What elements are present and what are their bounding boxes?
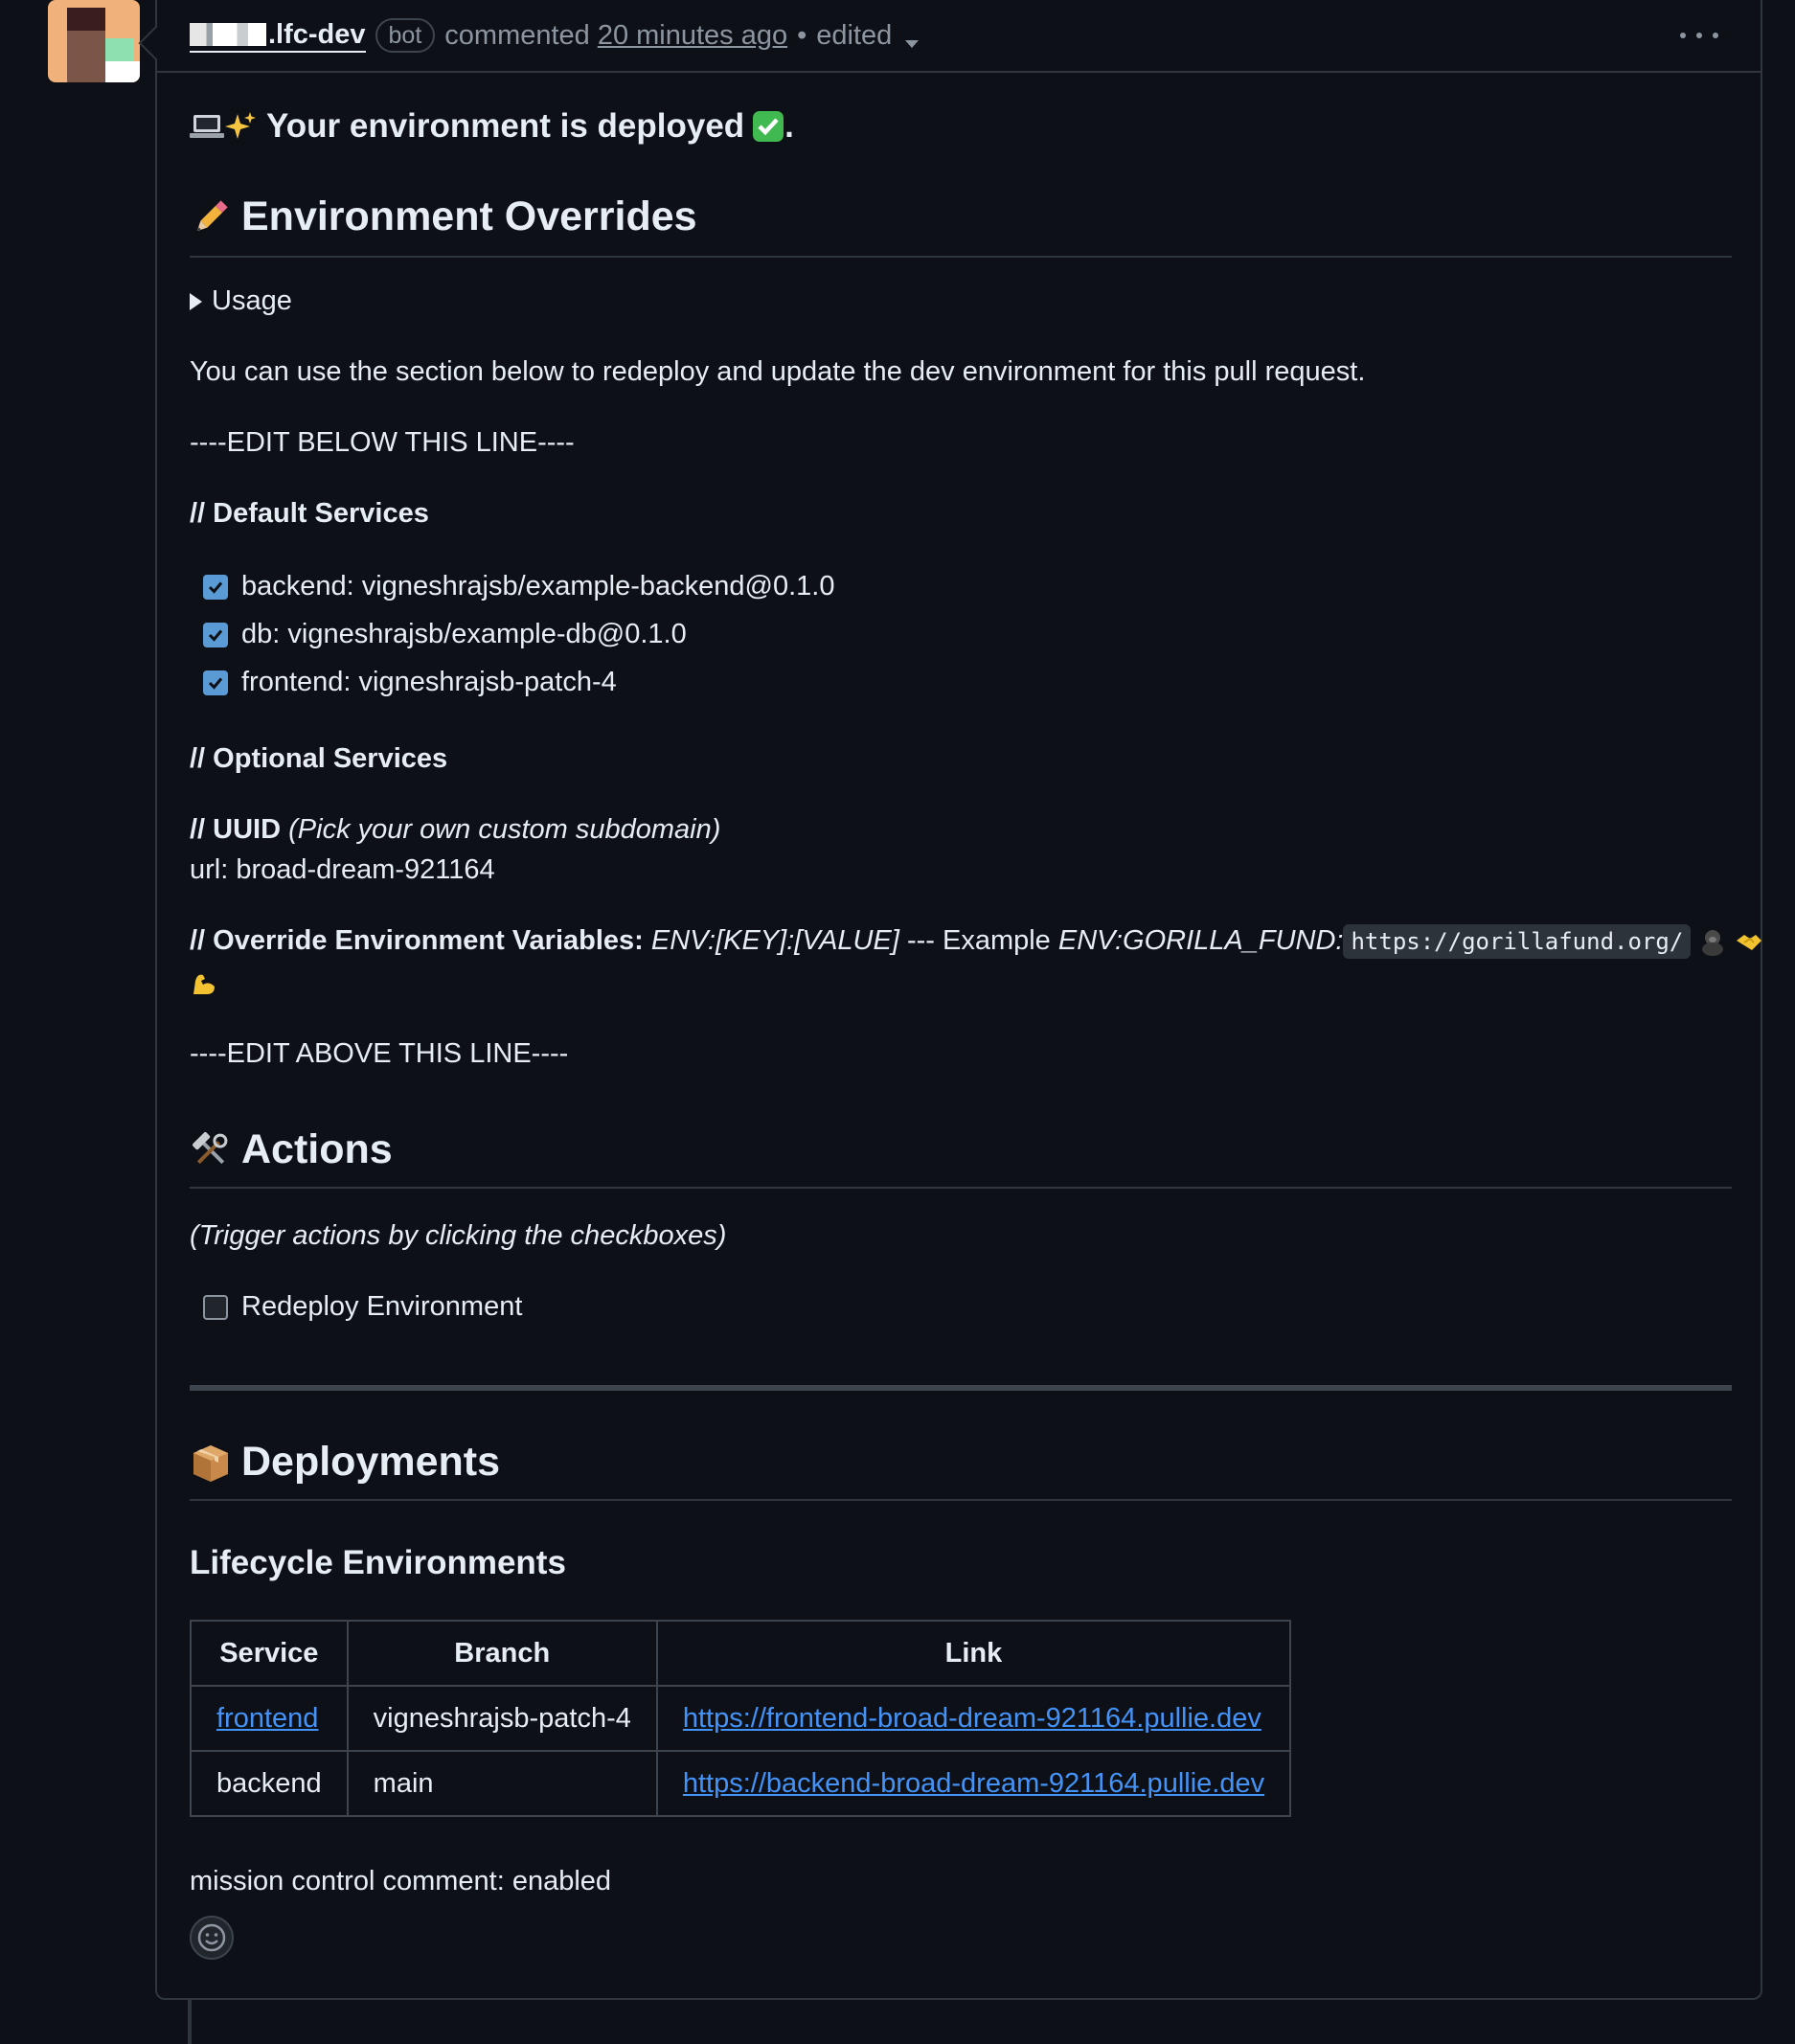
heading-divider [190,1187,1732,1189]
column-header-branch: Branch [346,1620,658,1687]
lifecycle-subtitle: Lifecycle Environments [190,1544,566,1581]
checkbox-checked-icon[interactable] [203,670,228,695]
checkbox-unchecked-icon[interactable] [203,1294,228,1320]
kebab-dot-icon [1680,33,1686,38]
heading-divider [190,256,1732,258]
handshake-icon [1737,935,1762,951]
intro-text: You can use the section below to redeplo… [190,356,1366,387]
actions-title: Actions [241,1126,393,1172]
actions-hint: (Trigger actions by clicking the checkbo… [190,1220,727,1251]
comment-header: .lfc-dev bot commented 20 minutes ago • … [138,0,1761,73]
branch-cell: main [346,1750,658,1817]
example-url-code: https://gorillafund.org/ [1343,924,1692,959]
kebab-dot-icon [1696,33,1702,38]
disclosure-triangle-icon [190,293,202,310]
table-header-row: Service Branch Link [190,1620,1292,1687]
link-cell: https://backend-broad-dream-921164.pulli… [655,1750,1292,1817]
usage-summary[interactable]: Usage [190,285,292,317]
smiley-icon [197,1923,226,1952]
author-link[interactable]: .lfc-dev [190,18,366,53]
section-divider [190,1385,1732,1391]
uuid-label: // UUID [190,814,282,845]
hammer-and-wrench-icon [193,1131,228,1164]
overrides-heading: Environment Overrides [190,193,697,240]
chevron-down-icon [905,39,920,48]
header-pointer [138,25,174,61]
override-sep: --- Example [906,925,1051,956]
sparkles-icon [225,112,256,139]
service-label: backend: vigneshrajsb/example-backend@0.… [241,571,835,602]
avatar[interactable] [48,0,140,82]
edit-above-line: ----EDIT ABOVE THIS LINE---- [190,1038,569,1069]
redeploy-label: Redeploy Environment [241,1291,523,1322]
overrides-title: Environment Overrides [241,193,697,239]
environments-table: Service Branch Link frontend vigneshrajs… [190,1620,1292,1817]
separator-dot: • [797,19,807,51]
bot-badge: bot [375,18,436,53]
service-checkbox-db[interactable]: db: vigneshrajsb/example-db@0.1.0 [203,619,687,650]
laptop-icon [190,115,224,138]
service-label: db: vigneshrajsb/example-db@0.1.0 [241,619,687,649]
deployed-heading: Your environment is deployed . [190,107,794,146]
uuid-line: // UUID (Pick your own custom subdomain) [190,814,720,846]
column-header-service: Service [190,1620,349,1687]
edited-label: edited [816,19,893,51]
column-header-link: Link [655,1620,1292,1687]
add-reaction-button[interactable] [190,1916,234,1960]
actions-heading: Actions [190,1126,393,1173]
deployments-heading: Deployments [190,1439,500,1486]
environment-link[interactable]: https://backend-broad-dream-921164.pulli… [683,1768,1264,1799]
checkbox-checked-icon[interactable] [203,574,228,600]
redeploy-checkbox[interactable]: Redeploy Environment [203,1291,522,1323]
url-line: url: broad-dream-921164 [190,854,495,885]
comment-timestamp[interactable]: 20 minutes ago [598,20,787,52]
flexed-biceps-line [190,969,218,998]
branch-cell: vigneshrajsb-patch-4 [346,1685,658,1752]
uuid-hint: (Pick your own custom subdomain) [288,814,721,845]
service-checkbox-backend[interactable]: backend: vigneshrajsb/example-backend@0.… [203,571,834,602]
override-line: // Override Environment Variables: ENV:[… [190,924,1763,959]
deployed-period: . [784,107,794,145]
comment-action: commented [444,19,590,51]
environments-table-wrap: Service Branch Link frontend vigneshrajs… [190,1620,1292,1817]
more-options-button[interactable] [1680,21,1718,50]
pencil-icon [196,199,228,231]
default-services-label: // Default Services [190,498,429,529]
service-label: frontend: vigneshrajsb-patch-4 [241,667,617,697]
gorilla-icon [1702,930,1724,957]
package-icon [193,1444,228,1482]
optional-services-label: // Optional Services [190,743,448,774]
service-cell: backend [190,1750,349,1817]
timeline-line [188,2000,192,2044]
deployed-text: Your environment is deployed [266,107,745,145]
override-format: ENV:[KEY]:[VALUE] [650,925,899,956]
override-example: ENV:GORILLA_FUND: [1057,925,1344,956]
service-checkbox-frontend[interactable]: frontend: vigneshrajsb-patch-4 [203,667,617,698]
table-row: backend main https://backend-broad-dream… [190,1750,1292,1817]
usage-label: Usage [212,285,292,316]
redacted-name [190,23,266,46]
service-cell: frontend [190,1685,349,1752]
override-label: // Override Environment Variables: [190,925,644,956]
link-cell: https://frontend-broad-dream-921164.pull… [655,1685,1292,1752]
heading-divider [190,1499,1732,1501]
deployments-title: Deployments [241,1439,501,1485]
author-name: .lfc-dev [268,19,366,50]
environment-link[interactable]: https://frontend-broad-dream-921164.pull… [683,1703,1261,1734]
checkbox-checked-icon[interactable] [203,622,228,647]
flexed-biceps-icon [193,974,215,994]
table-row: frontend vigneshrajsb-patch-4 https://fr… [190,1685,1292,1752]
mission-control-text: mission control comment: enabled [190,1866,612,1896]
edit-below-line: ----EDIT BELOW THIS LINE---- [190,427,575,458]
check-mark-button-icon [753,111,784,142]
comment-card: .lfc-dev bot commented 20 minutes ago • … [138,0,1763,2000]
service-link[interactable]: frontend [216,1703,318,1734]
edited-dropdown[interactable]: edited [816,19,920,52]
kebab-dot-icon [1713,33,1718,38]
